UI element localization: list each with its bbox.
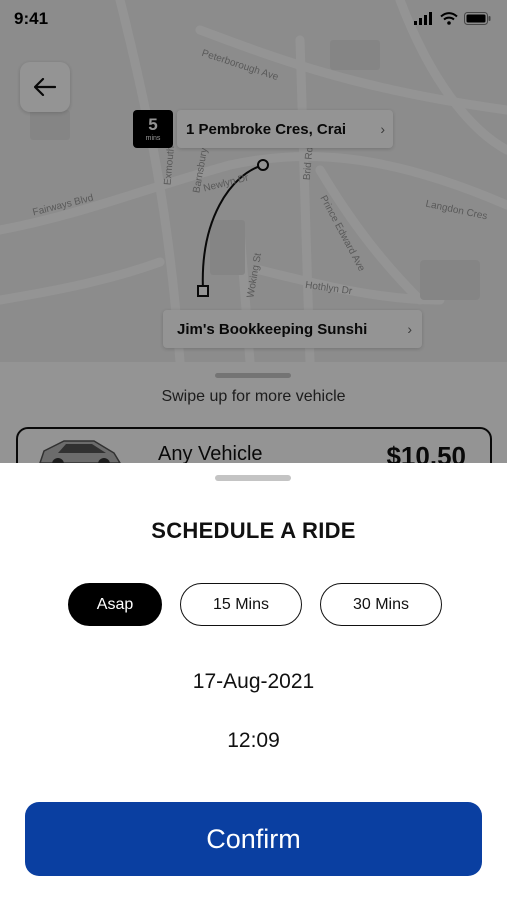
signal-icon (414, 12, 432, 25)
schedule-ride-sheet: SCHEDULE A RIDE Asap 15 Mins 30 Mins 17-… (0, 463, 507, 900)
wifi-icon (440, 12, 458, 25)
status-time: 9:41 (14, 9, 49, 28)
battery-icon (464, 12, 491, 25)
option-asap-button[interactable]: Asap (68, 583, 162, 626)
schedule-time[interactable]: 12:09 (0, 729, 507, 753)
status-bar: 9:41 (0, 0, 507, 40)
confirm-button[interactable]: Confirm (25, 802, 482, 876)
schedule-date[interactable]: 17-Aug-2021 (0, 670, 507, 694)
sheet-drag-handle[interactable] (215, 475, 291, 481)
time-options: Asap 15 Mins 30 Mins (68, 583, 442, 626)
status-icons (414, 12, 491, 25)
option-15-mins-button[interactable]: 15 Mins (180, 583, 302, 626)
modal-overlay[interactable] (0, 0, 507, 463)
option-30-mins-button[interactable]: 30 Mins (320, 583, 442, 626)
sheet-title: SCHEDULE A RIDE (151, 518, 356, 543)
